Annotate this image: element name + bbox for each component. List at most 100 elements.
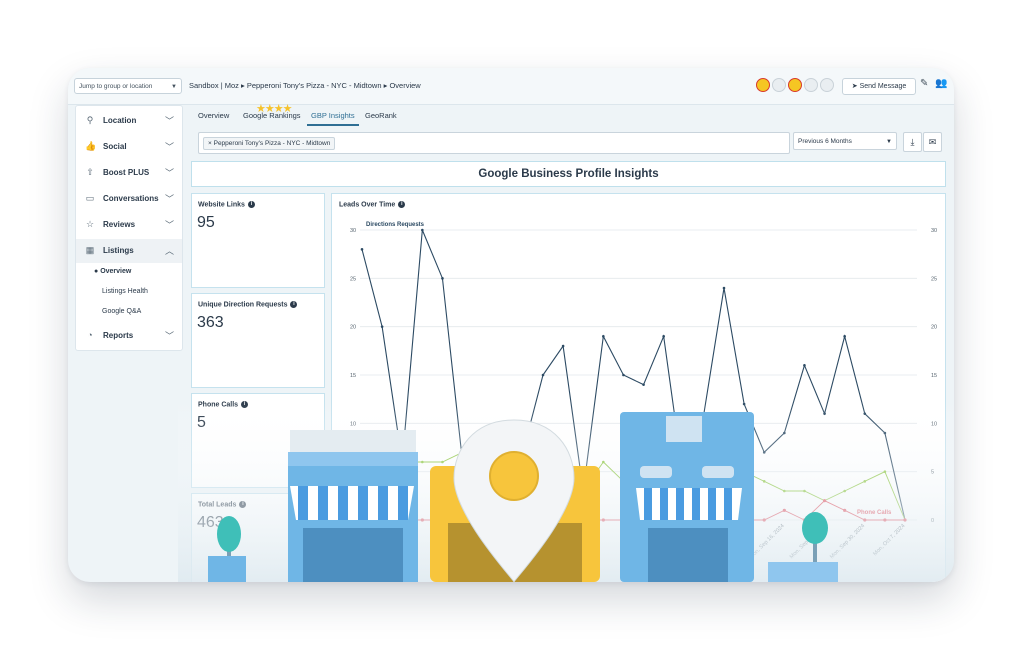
chart-title: Leads Over Time i (339, 201, 406, 208)
data-point (400, 518, 404, 522)
metric-label: Phone Calls i (198, 401, 249, 408)
data-point (621, 518, 626, 522)
sidebar-subitem-overview[interactable]: ● Overview (94, 268, 131, 275)
data-point (682, 518, 686, 522)
sidebar-item-label: Reports (103, 331, 134, 340)
location-filter-input[interactable]: × Pepperoni Tony's Pizza - NYC - Midtown (198, 132, 790, 154)
data-point (380, 518, 384, 522)
y-tick-label-right: 25 (931, 276, 937, 282)
jump-to-location-select[interactable]: Jump to group or location ▼ (74, 78, 182, 94)
sidebar-subitem-listings-health[interactable]: Listings Health (102, 288, 148, 295)
data-point (662, 489, 665, 493)
breadcrumb[interactable]: Sandbox | Moz ▸ Pepperoni Tony's Pizza -… (189, 81, 421, 90)
leads-line-chart: 0 0 5 5 10 10 15 15 20 20 25 25 30 30 Directions Reque… (350, 222, 937, 560)
achievement-badge-icon[interactable] (788, 78, 802, 92)
data-point (541, 480, 545, 483)
data-point (622, 480, 625, 483)
data-point (521, 499, 525, 502)
data-point (843, 508, 847, 512)
rocket-icon: ⇧ (86, 167, 94, 177)
leads-chart-panel: Leads Over Time i 0 0 5 5 10 10 15 15 20 20 25 25 30 3… (331, 193, 946, 582)
tab-gbp-insights[interactable]: GBP Insights (307, 111, 359, 126)
sidebar-item-listings[interactable]: ▦ Listings ︿ (76, 239, 182, 263)
pencil-icon[interactable]: ✎ (920, 78, 928, 89)
metric-label-text: Unique Direction Requests (198, 301, 288, 309)
data-point (360, 248, 364, 251)
location-chip[interactable]: × Pepperoni Tony's Pizza - NYC - Midtown (203, 137, 336, 150)
info-icon[interactable]: i (247, 201, 255, 208)
data-point (541, 518, 545, 522)
chevron-down-icon: ﹀ (164, 220, 174, 230)
caret-down-icon: ▼ (886, 139, 892, 145)
storefront-icon: ▦ (85, 245, 95, 255)
data-point (602, 335, 605, 338)
sidebar-item-location[interactable]: ⚲ Location ﹀ (76, 109, 182, 133)
data-point (460, 518, 465, 522)
send-message-button[interactable]: ➤ Send Message (842, 78, 916, 95)
data-point (421, 228, 424, 232)
sidebar-item-social[interactable]: 👍 Social ﹀ (76, 135, 182, 159)
data-point (420, 518, 424, 522)
sidebar-item-reports[interactable]: ◔ Reports ﹀ (76, 324, 182, 348)
data-point (722, 518, 726, 522)
x-tick-label: Mon, Sep 16, 2024 (749, 523, 786, 560)
data-point (501, 518, 505, 522)
paper-plane-icon: ➤ (851, 83, 858, 90)
location-pin-icon: ⚲ (86, 115, 94, 125)
data-point (602, 460, 605, 464)
data-point (863, 518, 867, 522)
users-icon[interactable]: 👥 (935, 78, 947, 89)
y-tick-label-right: 15 (931, 373, 937, 379)
y-tick-label: 30 (350, 228, 356, 234)
data-point (541, 373, 545, 377)
data-point (601, 518, 605, 522)
info-icon[interactable]: i (239, 501, 247, 508)
data-point (883, 431, 887, 435)
metric-card-direction-requests: Unique Direction Requests i 363 (191, 293, 325, 388)
sidebar-item-label: Conversations (103, 194, 159, 203)
thumbs-up-icon: 👍 (85, 141, 97, 151)
info-icon[interactable]: i (290, 301, 298, 308)
sidebar-subitem-google-qa[interactable]: Google Q&A (102, 308, 141, 315)
data-point (903, 518, 907, 522)
data-point (863, 412, 867, 415)
data-point (642, 489, 645, 493)
chevron-up-icon: ︿ (164, 246, 174, 256)
data-point (742, 470, 746, 473)
y-tick-label-right: 0 (931, 518, 934, 524)
badge-strip (756, 78, 834, 92)
tab-georank[interactable]: GeoRank (365, 111, 397, 120)
data-point (762, 480, 766, 483)
x-tick-label: Mon, Sep 30, 2024 (829, 523, 866, 560)
period-select[interactable]: Previous 6 Months ▼ (793, 132, 897, 150)
x-tick-label: Mon, Oct 7, 2024 (872, 523, 906, 557)
info-icon[interactable]: i (398, 201, 406, 208)
data-point (702, 412, 706, 415)
y-tick-label: 15 (350, 373, 356, 379)
achievement-badge-icon[interactable] (772, 78, 786, 92)
download-icon[interactable]: ⤓ (903, 132, 922, 152)
achievement-badge-icon[interactable] (820, 78, 834, 92)
app-window: Jump to group or location ▼ Sandbox | Mo… (68, 68, 954, 582)
metric-value: 95 (197, 214, 215, 231)
metric-label: Total Leads i (198, 501, 247, 509)
data-point (642, 383, 645, 386)
metric-label-text: Total Leads (198, 501, 237, 509)
sidebar-item-boost-plus[interactable]: ⇧ Boost PLUS ﹀ (76, 161, 182, 185)
data-point (461, 460, 464, 464)
sidebar-item-label: Social (103, 142, 127, 151)
chat-icon: ▭ (85, 193, 95, 203)
info-icon[interactable]: i (241, 401, 249, 408)
sidebar-item-reviews[interactable]: ☆ Reviews ﹀ (76, 213, 182, 237)
data-point (400, 460, 404, 464)
metric-card-phone-calls: Phone Calls i 5 (191, 393, 325, 488)
email-icon[interactable]: ✉ (923, 132, 942, 152)
series-label-phone-calls: Phone Calls (857, 510, 892, 516)
rating-stars-icon: ★★★★ (256, 103, 292, 115)
data-point (421, 460, 424, 464)
achievement-badge-icon[interactable] (804, 78, 818, 92)
sidebar-item-conversations[interactable]: ▭ Conversations ﹀ (76, 187, 182, 211)
tab-overview[interactable]: Overview (198, 111, 229, 120)
sidebar-item-label: Location (103, 116, 137, 125)
achievement-badge-icon[interactable] (756, 78, 770, 92)
